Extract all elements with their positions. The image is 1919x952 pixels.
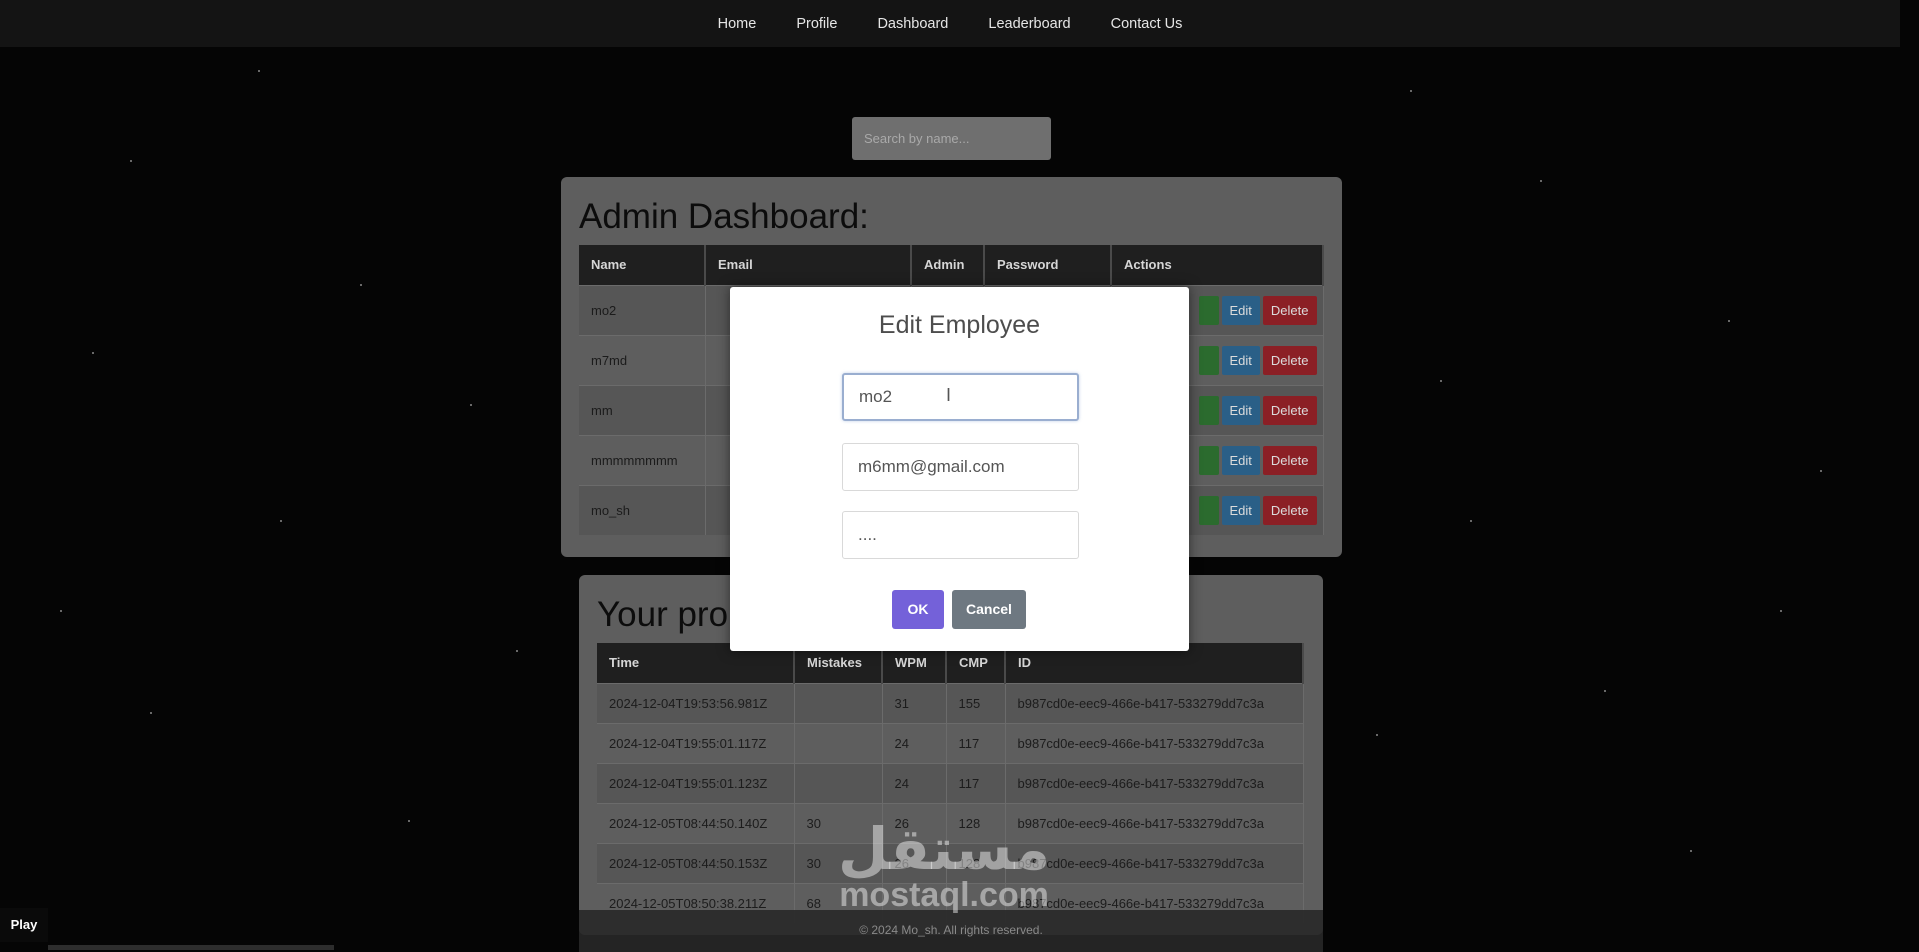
delete-button[interactable]: Delete xyxy=(1262,495,1317,525)
nav-profile-link[interactable]: Profile xyxy=(796,16,837,32)
wpm-cell: 24 xyxy=(882,762,947,803)
edit-button[interactable]: Edit xyxy=(1221,295,1260,325)
table-row: 2024-12-04T19:55:01.123Z 24 117 b987cd0e… xyxy=(597,762,1304,803)
footer: © 2024 Mo_sh. All rights reserved. xyxy=(579,910,1323,952)
mostaql-watermark: مستقل mostaql.com xyxy=(838,820,1050,912)
play-button[interactable]: Play xyxy=(0,908,48,942)
table-row: 2024-12-04T19:53:56.981Z 31 155 b987cd0e… xyxy=(597,682,1304,723)
mistakes-cell xyxy=(794,722,883,763)
nav-dashboard-link[interactable]: Dashboard xyxy=(877,16,948,32)
watermark-latin: mostaql.com xyxy=(839,876,1049,914)
employee-name-cell: mm xyxy=(579,384,706,435)
id-cell: b987cd0e-eec9-466e-b417-533279dd7c3a xyxy=(1005,682,1304,723)
top-navbar: Home Profile Dashboard Leaderboard Conta… xyxy=(0,0,1900,47)
table-header-row: Name Email Admin Password Actions xyxy=(579,245,1324,285)
employee-name-cell: mo_sh xyxy=(579,484,706,535)
edit-button[interactable]: Edit xyxy=(1221,395,1260,425)
time-cell: 2024-12-04T19:55:01.117Z xyxy=(597,722,795,763)
id-cell: b987cd0e-eec9-466e-b417-533279dd7c3a xyxy=(1005,762,1304,803)
admin-dashboard-title: Admin Dashboard: xyxy=(579,197,869,236)
progress-title: Your pro xyxy=(597,595,729,634)
cmp-cell: 117 xyxy=(946,722,1006,763)
edit-button[interactable]: Edit xyxy=(1221,495,1260,525)
delete-button[interactable]: Delete xyxy=(1262,445,1317,475)
wpm-cell: 24 xyxy=(882,722,947,763)
employee-name-cell: mo2 xyxy=(579,284,706,335)
mistakes-cell xyxy=(794,762,883,803)
edit-button[interactable]: Edit xyxy=(1221,345,1260,375)
time-cell: 2024-12-05T08:44:50.140Z xyxy=(597,802,795,843)
nav-home-link[interactable]: Home xyxy=(718,16,757,32)
mistakes-cell xyxy=(794,682,883,723)
make-admin-button[interactable] xyxy=(1198,495,1219,525)
time-cell: 2024-12-04T19:53:56.981Z xyxy=(597,682,795,723)
id-cell: b987cd0e-eec9-466e-b417-533279dd7c3a xyxy=(1005,722,1304,763)
search-input[interactable] xyxy=(852,117,1051,160)
cancel-button[interactable]: Cancel xyxy=(952,590,1026,629)
text-cursor-icon: I xyxy=(946,385,952,405)
column-header-admin: Admin xyxy=(911,245,985,285)
make-admin-button[interactable] xyxy=(1198,295,1219,325)
modal-title: Edit Employee xyxy=(878,311,1041,339)
watermark-arabic: مستقل xyxy=(838,815,1051,883)
wpm-cell: 31 xyxy=(882,682,947,723)
make-admin-button[interactable] xyxy=(1198,395,1219,425)
name-field[interactable] xyxy=(842,373,1079,421)
edit-employee-modal: Edit Employee I OK Cancel xyxy=(730,287,1189,651)
password-field[interactable] xyxy=(842,511,1079,559)
column-header-email: Email xyxy=(705,245,912,285)
make-admin-button[interactable] xyxy=(1198,445,1219,475)
delete-button[interactable]: Delete xyxy=(1262,345,1317,375)
video-progress-bar[interactable] xyxy=(48,945,334,950)
employee-name-cell: mmmmmmmm xyxy=(579,434,706,485)
nav-contact-link[interactable]: Contact Us xyxy=(1111,16,1183,32)
email-field[interactable] xyxy=(842,443,1079,491)
nav-leaderboard-link[interactable]: Leaderboard xyxy=(988,16,1070,32)
employee-name-cell: m7md xyxy=(579,334,706,385)
cmp-cell: 155 xyxy=(946,682,1006,723)
delete-button[interactable]: Delete xyxy=(1262,295,1317,325)
edit-button[interactable]: Edit xyxy=(1221,445,1260,475)
make-admin-button[interactable] xyxy=(1198,345,1219,375)
column-header-actions: Actions xyxy=(1111,245,1324,285)
time-cell: 2024-12-05T08:44:50.153Z xyxy=(597,842,795,883)
ok-button[interactable]: OK xyxy=(892,590,944,629)
column-header-name: Name xyxy=(579,245,706,285)
column-header-password: Password xyxy=(984,245,1112,285)
cmp-cell: 117 xyxy=(946,762,1006,803)
table-row: 2024-12-04T19:55:01.117Z 24 117 b987cd0e… xyxy=(597,722,1304,763)
time-cell: 2024-12-04T19:55:01.123Z xyxy=(597,762,795,803)
delete-button[interactable]: Delete xyxy=(1262,395,1317,425)
